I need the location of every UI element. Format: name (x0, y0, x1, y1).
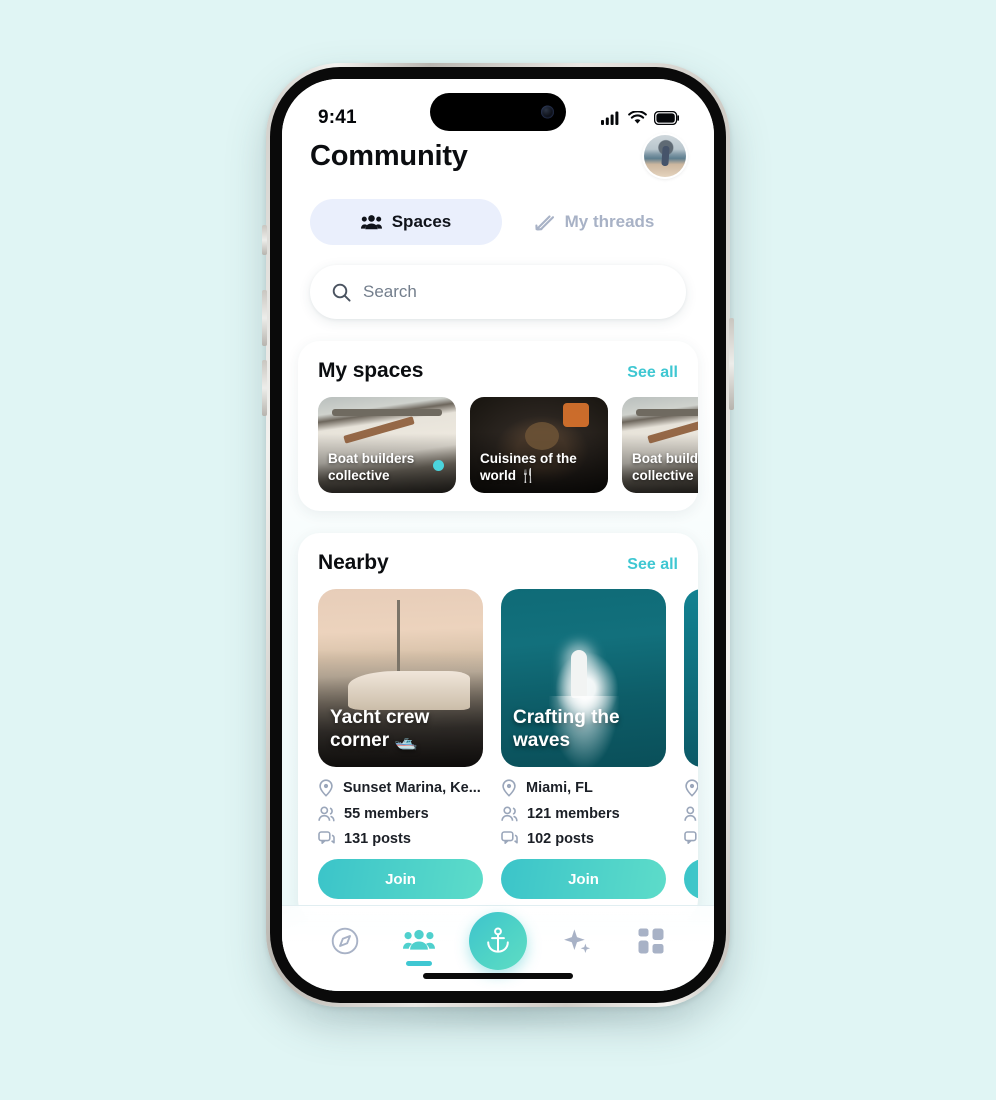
nearby-title: Nearby (318, 551, 389, 574)
nearby-header: Nearby See all (298, 551, 698, 589)
members-row (684, 806, 698, 822)
location-text: Miami, FL (526, 780, 593, 796)
screenshot-stage: 9:41 Community Spaces My threads Search … (0, 0, 996, 1100)
posts-chat-icon (318, 831, 335, 844)
anchor-icon (487, 927, 509, 953)
posts-row: 131 posts (318, 831, 483, 847)
volume-up-button[interactable] (262, 290, 267, 346)
nearby-card-meta: Sunset Marina, Ke... 55 members 131 post… (318, 779, 483, 847)
search-container (282, 245, 714, 319)
nav-anchor-fab[interactable] (469, 911, 527, 970)
status-bar-indicators (601, 111, 680, 125)
power-button[interactable] (729, 318, 734, 410)
dynamic-island (430, 93, 566, 131)
my-spaces-carousel[interactable]: Boat builders collective Cuisines of the… (298, 397, 698, 493)
silent-switch-button[interactable] (262, 225, 267, 255)
space-card-label: Boat builders collective (328, 451, 415, 483)
space-card[interactable]: Boat builders collective (318, 397, 456, 493)
nav-explore[interactable] (321, 917, 369, 965)
nearby-card-label: Crafting the waves (513, 707, 620, 752)
nearby-card[interactable]: Yacht crew corner 🛥️ Sunset Marina, Ke..… (318, 589, 483, 904)
nearby-see-all[interactable]: See all (627, 556, 678, 574)
posts-text: 102 posts (527, 831, 594, 847)
location-row: Sunset Marina, Ke... (318, 779, 483, 797)
nearby-card-image: Yacht crew corner 🛥️ (318, 589, 483, 767)
community-people-icon (403, 929, 435, 950)
phone-frame: 9:41 Community Spaces My threads Search … (266, 63, 730, 1007)
posts-row (684, 831, 698, 847)
tab-bar: Spaces My threads (282, 177, 714, 245)
members-row: 55 members (318, 806, 483, 822)
home-indicator (423, 973, 573, 979)
location-pin-icon (319, 779, 333, 797)
tab-my-threads[interactable]: My threads (510, 199, 678, 245)
tab-spaces-label: Spaces (391, 212, 452, 231)
space-card-label: Boat builders collective (632, 451, 698, 483)
posts-chat-icon (684, 831, 697, 844)
location-text: Sunset Marina, Ke... (343, 780, 481, 796)
search-bar[interactable] (310, 265, 686, 319)
my-spaces-header: My spaces See all (298, 359, 698, 397)
posts-row: 102 posts (501, 831, 666, 847)
location-row: Miami, FL (501, 779, 666, 797)
phone-screen: 9:41 Community Spaces My threads Search … (282, 79, 714, 991)
members-icon (318, 806, 335, 822)
location-pin-icon (685, 779, 698, 797)
nav-ai-sparkle[interactable] (553, 917, 601, 965)
location-row (684, 779, 698, 797)
search-icon (332, 283, 351, 302)
nearby-card-meta (684, 779, 698, 847)
front-camera-icon (541, 105, 554, 119)
nav-active-underline (406, 960, 432, 966)
my-spaces-see-all[interactable]: See all (627, 364, 678, 382)
nearby-card-label: Yacht crew corner 🛥️ (330, 707, 430, 752)
pencil-edit-icon (534, 215, 554, 231)
grid-dashboard-icon (638, 928, 664, 953)
tab-my-threads-label: My threads (564, 212, 655, 231)
members-row: 121 members (501, 806, 666, 822)
nearby-card[interactable] (684, 589, 698, 904)
avatar[interactable] (644, 135, 686, 177)
members-icon (501, 806, 518, 822)
nav-community[interactable] (395, 917, 443, 966)
battery-icon (654, 111, 679, 125)
join-button[interactable] (684, 859, 698, 899)
app-root: 9:41 Community Spaces My threads Search … (282, 79, 714, 991)
location-pin-icon (502, 779, 516, 797)
nearby-card-meta: Miami, FL 121 members 102 posts (501, 779, 666, 847)
explore-compass-icon (331, 927, 359, 954)
members-text: 55 members (344, 806, 429, 822)
volume-down-button[interactable] (262, 360, 267, 416)
my-spaces-section: My spaces See all Boat builders collecti… (298, 341, 698, 511)
tab-spaces[interactable]: Spaces (310, 199, 502, 245)
nearby-section: Nearby See all Yacht crew corner 🛥️ Suns… (298, 533, 698, 922)
join-button[interactable]: Join (501, 859, 666, 899)
sparkle-ai-icon (564, 928, 591, 953)
cellular-signal-icon (601, 111, 619, 125)
nearby-card-image: Crafting the waves (501, 589, 666, 767)
nearby-card-image (684, 589, 698, 767)
members-text: 121 members (527, 806, 620, 822)
search-input[interactable] (363, 282, 664, 302)
page-title: Community (310, 139, 468, 172)
posts-chat-icon (501, 831, 518, 844)
wifi-icon (628, 111, 647, 124)
my-spaces-title: My spaces (318, 359, 424, 382)
nearby-card[interactable]: Crafting the waves Miami, FL 121 members… (501, 589, 666, 904)
nearby-carousel[interactable]: Yacht crew corner 🛥️ Sunset Marina, Ke..… (298, 589, 698, 904)
join-button[interactable]: Join (318, 859, 483, 899)
nav-dashboard-grid[interactable] (627, 917, 675, 965)
members-icon (684, 806, 697, 821)
space-card[interactable]: Boat builders collective (622, 397, 698, 493)
space-card[interactable]: Cuisines of the world 🍴 (470, 397, 608, 493)
status-bar-time: 9:41 (318, 107, 357, 128)
space-card-label: Cuisines of the world 🍴 (480, 451, 577, 483)
posts-text: 131 posts (344, 831, 411, 847)
people-group-icon (360, 215, 382, 230)
